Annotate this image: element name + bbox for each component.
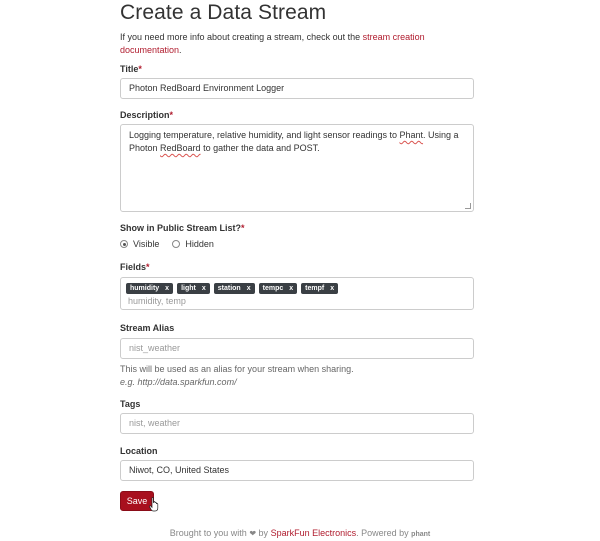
tags-label: Tags (120, 399, 141, 409)
field-tag: light x (177, 283, 210, 294)
field-tag: station x (213, 283, 255, 294)
sparkfun-link[interactable]: SparkFun Electronics (271, 528, 357, 538)
radio-visible[interactable] (120, 240, 128, 248)
description-textarea[interactable]: Logging temperature, relative humidity, … (120, 124, 474, 212)
radio-hidden[interactable] (172, 240, 181, 248)
visibility-options: Visible Hidden (120, 239, 214, 249)
fields-label: Fields* (120, 262, 150, 272)
alias-help: This will be used as an alias for your s… (120, 364, 354, 387)
visibility-label: Show in Public Stream List?* (120, 223, 245, 233)
alias-input[interactable]: nist_weather (120, 338, 474, 359)
remove-tag-icon[interactable]: x (330, 284, 334, 293)
heart-icon: ❤ (249, 529, 257, 538)
field-tag: tempf x (301, 283, 339, 294)
footer: Brought to you with ❤ by SparkFun Electr… (169, 528, 431, 538)
page-title: Create a Data Stream (120, 1, 327, 24)
remove-tag-icon[interactable]: x (289, 284, 293, 293)
location-label: Location (120, 446, 158, 456)
tags-input[interactable]: nist, weather (120, 413, 474, 434)
field-tags: humidity x light x station x tempc x tempf x (126, 283, 468, 294)
location-input[interactable]: Niwot, CO, United States (120, 460, 474, 481)
hand-cursor-icon (149, 497, 159, 512)
spellcheck-word: Phant (399, 130, 424, 140)
resize-handle[interactable] (465, 203, 471, 209)
title-label: Title* (120, 64, 142, 74)
radio-visible-label[interactable]: Visible (133, 239, 159, 249)
fields-placeholder[interactable]: humidity, temp (126, 296, 468, 306)
description-label: Description* (120, 110, 174, 120)
alias-label: Stream Alias (120, 323, 175, 333)
intro-text: If you need more info about creating a s… (120, 32, 425, 55)
alias-example: e.g. http://data.sparkfun.com/ (120, 377, 237, 387)
title-input[interactable]: Photon RedBoard Environment Logger (120, 78, 474, 99)
phant-logo[interactable]: phant (411, 531, 430, 538)
fields-tag-input[interactable]: humidity x light x station x tempc x tempf x … (120, 277, 474, 310)
field-tag: humidity x (126, 283, 174, 294)
radio-hidden-label[interactable]: Hidden (185, 239, 214, 249)
field-tag: tempc x (258, 283, 298, 294)
remove-tag-icon[interactable]: x (247, 284, 251, 293)
remove-tag-icon[interactable]: x (202, 284, 206, 293)
spellcheck-word: RedBoard (160, 143, 201, 153)
remove-tag-icon[interactable]: x (165, 284, 169, 293)
